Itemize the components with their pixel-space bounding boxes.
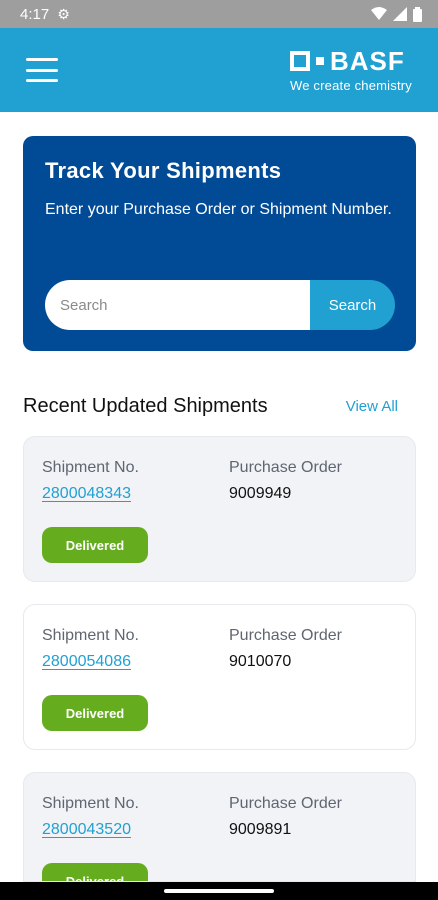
shipment-number-link[interactable]: 2800043520 — [42, 821, 139, 839]
shipment-label: Shipment No. — [42, 627, 139, 644]
logo-square-icon — [289, 50, 310, 71]
shipment-card[interactable]: Shipment No. 2800054086 Purchase Order 9… — [23, 604, 416, 750]
purchase-order-label: Purchase Order — [229, 795, 342, 812]
menu-icon[interactable] — [26, 58, 58, 82]
status-badge: Delivered — [42, 527, 148, 563]
search-input[interactable] — [45, 280, 310, 330]
wifi-icon — [371, 7, 387, 20]
recent-section-header: Recent Updated Shipments View All — [23, 395, 398, 418]
logo-tagline: We create chemistry — [289, 77, 412, 93]
status-bar: 4:17 ⚙ — [0, 0, 438, 28]
system-nav-bar — [0, 882, 438, 900]
home-gesture-handle[interactable] — [164, 889, 274, 893]
recent-title: Recent Updated Shipments — [23, 395, 268, 417]
settings-gear-icon: ⚙ — [57, 5, 70, 22]
track-title: Track Your Shipments — [45, 158, 282, 183]
shipment-card[interactable]: Shipment No. 2800048343 Purchase Order 9… — [23, 436, 416, 582]
view-all-link[interactable]: View All — [346, 398, 398, 415]
signal-icon — [393, 7, 407, 21]
shipment-label: Shipment No. — [42, 795, 139, 812]
status-time: 4:17 — [20, 5, 50, 23]
basf-logo: BASF We create chemistry — [289, 45, 412, 93]
shipment-card[interactable]: Shipment No. 2800043520 Purchase Order 9… — [23, 772, 416, 882]
logo-text: BASF — [329, 45, 405, 76]
status-icons — [371, 6, 422, 22]
purchase-order-value: 9009949 — [229, 485, 292, 502]
battery-icon — [413, 6, 422, 22]
purchase-order-value: 9010070 — [229, 653, 292, 670]
purchase-order-label: Purchase Order — [229, 627, 342, 644]
track-shipments-card: Track Your Shipments Enter your Purchase… — [23, 136, 416, 351]
status-badge: Delivered — [42, 863, 148, 881]
shipment-number-link[interactable]: 2800048343 — [42, 485, 139, 503]
purchase-order-value: 9009891 — [229, 821, 292, 838]
search-bar: Search — [45, 280, 395, 330]
shipment-number-link[interactable]: 2800054086 — [42, 653, 139, 671]
track-subtitle: Enter your Purchase Order or Shipment Nu… — [45, 201, 392, 218]
logo-dot-icon — [315, 56, 324, 65]
app-header: BASF We create chemistry — [0, 28, 438, 112]
status-badge: Delivered — [42, 695, 148, 731]
shipment-label: Shipment No. — [42, 459, 139, 476]
purchase-order-label: Purchase Order — [229, 459, 342, 476]
search-button[interactable]: Search — [310, 280, 395, 330]
